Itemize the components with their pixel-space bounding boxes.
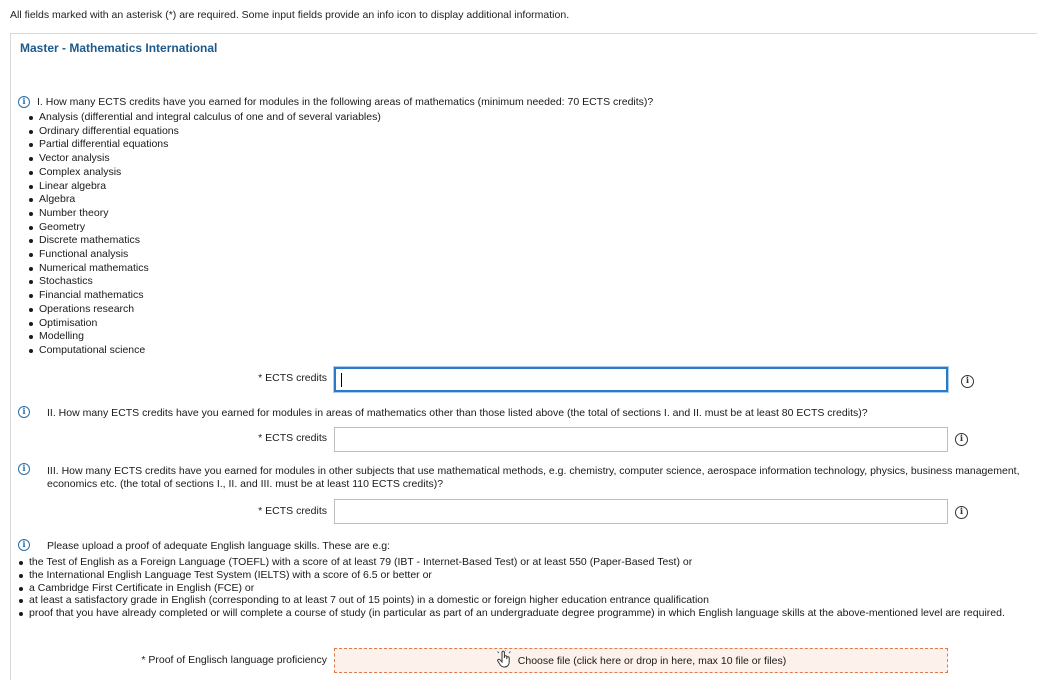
list-item: Financial mathematics [27, 289, 381, 303]
list-item: Ordinary differential equations [27, 125, 381, 139]
math-areas-list: Analysis (differential and integral calc… [27, 111, 381, 358]
panel-title: Master - Mathematics International [20, 41, 218, 55]
info-icon[interactable]: i [955, 506, 968, 519]
hand-pointer-icon [496, 648, 512, 668]
question-1-text: I. How many ECTS credits have you earned… [37, 96, 654, 108]
list-item: Computational science [27, 344, 381, 358]
list-item: Stochastics [27, 275, 381, 289]
list-item: Modelling [27, 330, 381, 344]
list-item: Linear algebra [27, 180, 381, 194]
list-item: at least a satisfactory grade in English… [17, 594, 1037, 607]
ects-credits-label: * ECTS credits [258, 432, 327, 444]
list-item: Vector analysis [27, 152, 381, 166]
list-item: Operations research [27, 303, 381, 317]
text-caret [341, 373, 342, 387]
list-item: Analysis (differential and integral calc… [27, 111, 381, 125]
info-icon[interactable]: i [18, 406, 30, 418]
list-item: Optimisation [27, 317, 381, 331]
english-proof-list: the Test of English as a Foreign Languag… [17, 556, 1037, 620]
question-2-text: II. How many ECTS credits have you earne… [47, 407, 868, 419]
ects-credits-label: * ECTS credits [258, 372, 327, 384]
list-item: Numerical mathematics [27, 262, 381, 276]
info-icon[interactable]: i [961, 375, 974, 388]
list-item: the International English Language Test … [17, 569, 1037, 582]
list-item: Complex analysis [27, 166, 381, 180]
list-item: the Test of English as a Foreign Languag… [17, 556, 1037, 569]
list-item: Number theory [27, 207, 381, 221]
question-3-text: III. How many ECTS credits have you earn… [47, 465, 1020, 490]
ects-credits-input-3[interactable] [334, 499, 948, 524]
ects-credits-input-2[interactable] [334, 427, 948, 452]
english-proof-label: * Proof of Englisch language proficiency [141, 654, 327, 666]
required-fields-note: All fields marked with an asterisk (*) a… [10, 9, 570, 21]
info-icon[interactable]: i [18, 463, 30, 475]
list-item: Functional analysis [27, 248, 381, 262]
question-4-text: Please upload a proof of adequate Englis… [47, 540, 391, 552]
info-icon[interactable]: i [955, 433, 968, 446]
ects-credits-label: * ECTS credits [258, 505, 327, 517]
file-upload-dropzone[interactable]: Choose file (click here or drop in here,… [334, 648, 948, 673]
ects-credits-input-1[interactable] [334, 367, 948, 392]
info-icon[interactable]: i [18, 539, 30, 551]
list-item: Partial differential equations [27, 138, 381, 152]
list-item: proof that you have already completed or… [17, 607, 1037, 620]
info-icon[interactable]: i [18, 96, 30, 108]
list-item: Discrete mathematics [27, 234, 381, 248]
list-item: a Cambridge First Certificate in English… [17, 582, 1037, 595]
list-item: Geometry [27, 221, 381, 235]
list-item: Algebra [27, 193, 381, 207]
upload-label: Choose file (click here or drop in here,… [517, 654, 787, 667]
